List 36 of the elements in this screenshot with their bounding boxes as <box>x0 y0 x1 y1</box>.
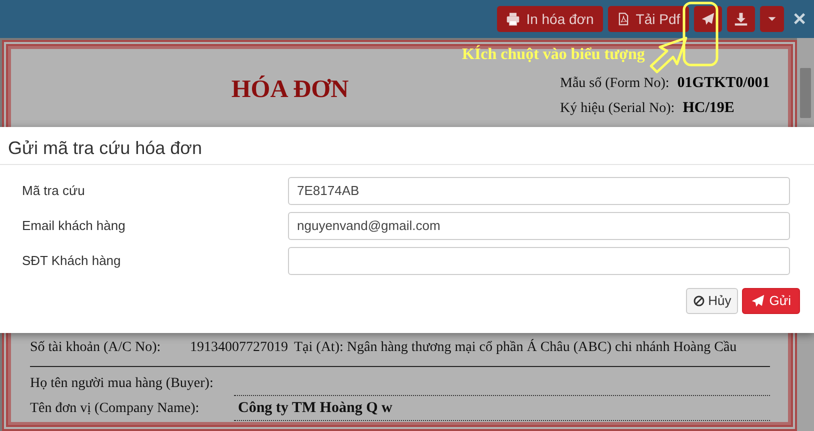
pdf-button[interactable]: Tải Pdf <box>608 6 690 32</box>
field-label: Ký hiệu (Serial No): <box>560 100 675 118</box>
invoice-title: HÓA ĐƠN <box>230 74 350 105</box>
close-button[interactable]: × <box>793 8 806 30</box>
field-value: HC/19E <box>682 99 734 118</box>
send-button[interactable] <box>694 6 722 32</box>
field-label: Tên đơn vị (Company Name): <box>30 400 200 418</box>
field-label: Mẫu số (Form No): <box>560 75 670 93</box>
send-icon <box>751 294 766 308</box>
ban-icon <box>693 294 706 307</box>
account-number: 19134007727019 <box>190 339 288 357</box>
field-label: Email khách hàng <box>22 216 126 235</box>
text-field[interactable]: 7E8174AB <box>288 176 790 204</box>
send-icon <box>701 12 716 26</box>
dropdown-button[interactable] <box>760 6 784 32</box>
bank-text: Tại (At): Ngân hàng thương mại cổ phần Á Châu (ABC) chi nhánh Hoàng Cầu <box>294 338 737 357</box>
dialog-title: Gửi mã tra cứu hóa đơn <box>0 127 814 165</box>
field-label: Họ tên người mua hàng (Buyer): <box>30 375 214 393</box>
field-value: 01GTKT0/001 <box>677 74 770 93</box>
pdf-file-icon <box>616 12 630 26</box>
field-label: Số tài khoản (A/C No): <box>30 339 162 357</box>
field-label: Mã tra cứu <box>22 182 86 200</box>
send-button[interactable]: Gửi <box>742 288 800 314</box>
annotation-text: KÍch chuột vào biểu tượng <box>462 45 645 65</box>
field-value: Công ty TM Hoàng Q w <box>234 396 770 421</box>
print-button[interactable]: In hóa đơn <box>497 6 603 32</box>
text-field[interactable]: nguyenvand@gmail.com <box>288 212 790 240</box>
cancel-button[interactable]: Hủy <box>686 288 738 314</box>
field-label: SĐT Khách hàng <box>22 252 122 270</box>
highlight-frame <box>682 2 718 66</box>
download-button[interactable] <box>727 6 756 32</box>
text-field[interactable] <box>288 246 790 274</box>
arrow-icon <box>650 36 688 74</box>
printer-icon <box>506 12 520 26</box>
download-icon <box>734 12 748 26</box>
scrollbar-thumb[interactable] <box>800 68 811 118</box>
